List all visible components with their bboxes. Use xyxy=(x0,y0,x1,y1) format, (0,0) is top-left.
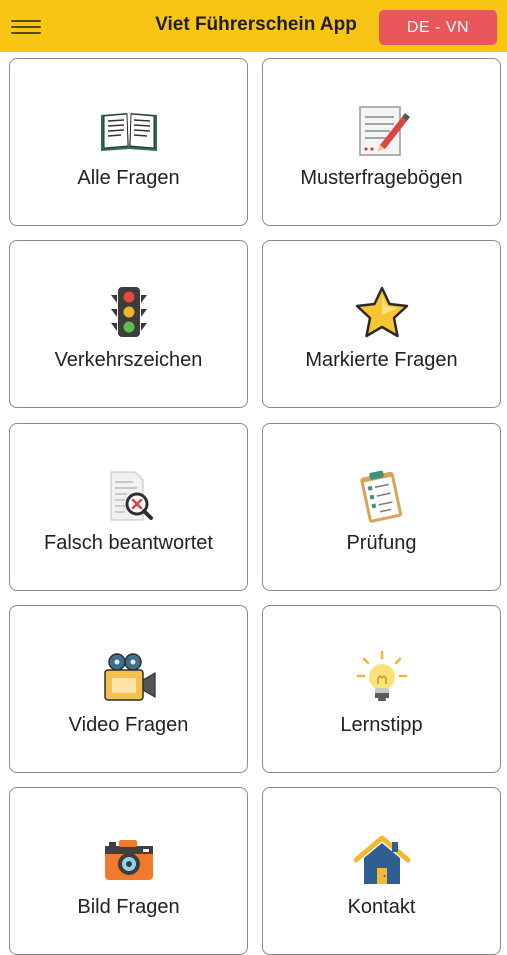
video-camera-icon xyxy=(97,650,161,706)
top-bar: Viet Führerschein App DE - VN xyxy=(0,0,507,52)
tile-bild-fragen[interactable]: Bild Fragen xyxy=(9,787,248,955)
house-icon xyxy=(350,832,414,888)
tile-musterfrageboegen[interactable]: Musterfragebögen xyxy=(262,58,501,226)
traffic-light-icon xyxy=(97,285,161,341)
tile-alle-fragen[interactable]: Alle Fragen xyxy=(9,58,248,226)
tile-pruefung[interactable]: Prüfung xyxy=(262,423,501,591)
notepad-pencil-icon xyxy=(350,103,414,159)
tile-label: Prüfung xyxy=(346,532,417,554)
tile-label: Alle Fragen xyxy=(77,167,180,189)
tile-label: Kontakt xyxy=(347,896,416,918)
tile-label: Bild Fragen xyxy=(77,896,180,918)
tile-label: Markierte Fragen xyxy=(305,349,458,371)
tile-label: Musterfragebögen xyxy=(300,167,463,189)
app-title: Viet Führerschein App xyxy=(155,14,357,35)
tile-kontakt[interactable]: Kontakt xyxy=(262,787,501,955)
hamburger-menu-icon[interactable] xyxy=(11,20,41,34)
tile-video-fragen[interactable]: Video Fragen xyxy=(9,605,248,773)
tile-label: Lernstipp xyxy=(340,714,423,736)
clipboard-checklist-icon xyxy=(350,468,414,524)
book-icon xyxy=(97,103,161,159)
tile-lernstipp[interactable]: Lernstipp xyxy=(262,605,501,773)
tile-label: Verkehrszeichen xyxy=(54,349,203,371)
star-icon xyxy=(350,285,414,341)
language-toggle-button[interactable]: DE - VN xyxy=(379,10,497,45)
tile-falsch-beantwortet[interactable]: Falsch beantwortet xyxy=(9,423,248,591)
tile-verkehrszeichen[interactable]: Verkehrszeichen xyxy=(9,240,248,408)
document-wrong-icon xyxy=(97,468,161,524)
tile-label: Video Fragen xyxy=(68,714,189,736)
tile-label: Falsch beantwortet xyxy=(44,532,213,554)
tile-markierte-fragen[interactable]: Markierte Fragen xyxy=(262,240,501,408)
photo-camera-icon xyxy=(97,832,161,888)
lightbulb-icon xyxy=(350,650,414,706)
